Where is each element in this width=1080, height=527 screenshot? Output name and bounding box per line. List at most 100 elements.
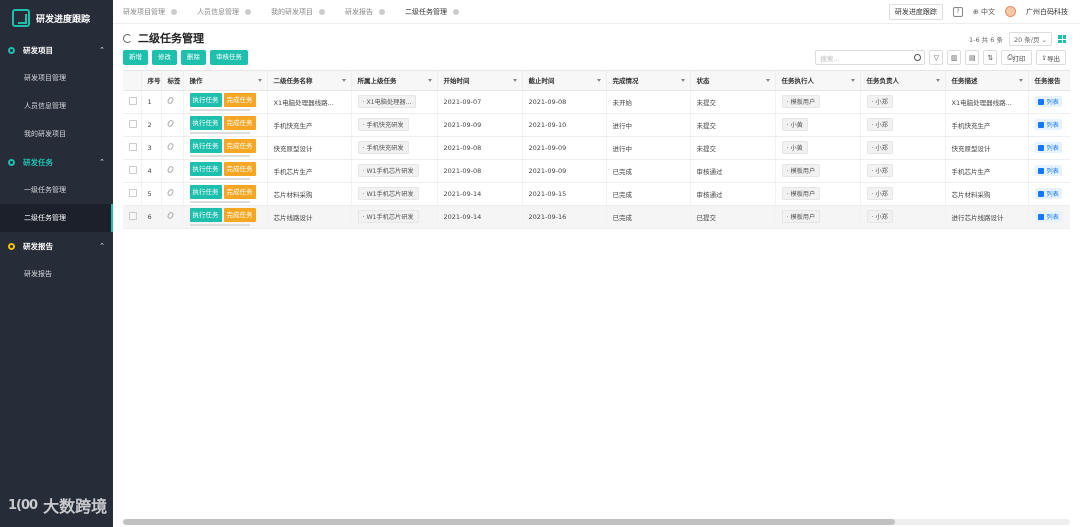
- sidebar-item-level2-tasks[interactable]: 二级任务管理: [0, 204, 113, 232]
- report-list-button[interactable]: 列表: [1034, 211, 1062, 222]
- parent-task-tag[interactable]: · X1电脑处理器...: [357, 95, 417, 108]
- complete-task-button[interactable]: 完成任务: [223, 207, 256, 222]
- owner-tag[interactable]: · 小郑: [866, 164, 893, 177]
- horizontal-scrollbar[interactable]: [123, 519, 1070, 525]
- table-row[interactable]: 2 执行任务 完成任务 手机快充生产 · 手机快充研发 2021-09-09 2021-09…: [123, 113, 1070, 137]
- review-task-button[interactable]: 审核任务: [210, 50, 248, 65]
- language-switch[interactable]: ⊕ 中文: [973, 7, 995, 17]
- row-checkbox-cell[interactable]: [123, 90, 142, 114]
- parent-task-tag[interactable]: · 手机快充研发: [357, 141, 409, 154]
- column-header[interactable]: 标签: [161, 71, 184, 91]
- row-checkbox[interactable]: [129, 165, 137, 174]
- owner-tag[interactable]: · 小郑: [866, 141, 893, 154]
- complete-task-button[interactable]: 完成任务: [223, 115, 256, 130]
- parent-task-tag[interactable]: · W1手机芯片研发: [357, 187, 419, 200]
- row-checkbox[interactable]: [129, 142, 137, 151]
- row-checkbox-cell[interactable]: [123, 136, 142, 160]
- column-header[interactable]: 任务描述: [945, 71, 1029, 91]
- tag-cell[interactable]: [161, 182, 184, 206]
- tag-cell[interactable]: [161, 136, 184, 160]
- sort-icon[interactable]: ⇅: [983, 50, 998, 65]
- filter-icon[interactable]: [596, 79, 601, 82]
- table-row[interactable]: 1 执行任务 完成任务 X1电脑处理器线路... · X1电脑处理器... 2021-09…: [123, 90, 1070, 114]
- executor-tag[interactable]: · 小黄: [781, 141, 808, 154]
- row-checkbox[interactable]: [129, 119, 137, 128]
- scrollbar-thumb[interactable]: [123, 519, 895, 525]
- parent-task-tag[interactable]: · 手机快充研发: [357, 118, 409, 131]
- owner-tag[interactable]: · 小郑: [866, 187, 893, 200]
- execute-task-button[interactable]: 执行任务: [189, 92, 222, 107]
- row-checkbox-cell[interactable]: [123, 113, 142, 137]
- filter-icon[interactable]: ▽: [929, 50, 944, 65]
- filter-icon[interactable]: [512, 79, 517, 82]
- row-checkbox[interactable]: [129, 96, 137, 105]
- sidebar-item-project-management[interactable]: 研发项目管理: [0, 64, 113, 92]
- page-size-select[interactable]: 20 条/页 ⌄: [1008, 32, 1052, 46]
- report-list-button[interactable]: 列表: [1034, 165, 1062, 176]
- column-header[interactable]: 二级任务名称: [267, 71, 352, 91]
- report-list-button[interactable]: 列表: [1034, 142, 1062, 153]
- tag-cell[interactable]: [161, 113, 184, 137]
- column-header[interactable]: 任务负责人: [860, 71, 946, 91]
- sidebar-item-reports[interactable]: 研发报告: [0, 260, 113, 288]
- column-header[interactable]: 任务执行人: [775, 71, 861, 91]
- row-checkbox-cell[interactable]: [123, 159, 142, 183]
- close-icon[interactable]: [319, 8, 325, 15]
- sidebar-item-personnel[interactable]: 人员信息管理: [0, 92, 113, 120]
- filter-icon[interactable]: [427, 79, 432, 82]
- column-header[interactable]: 截止时间: [522, 71, 607, 91]
- refresh-icon[interactable]: [123, 33, 132, 43]
- column-header[interactable]: 所属上级任务: [351, 71, 438, 91]
- report-list-button[interactable]: 列表: [1034, 188, 1062, 199]
- chart-icon[interactable]: ▥: [947, 50, 962, 65]
- execute-task-button[interactable]: 执行任务: [189, 138, 222, 153]
- edit-button[interactable]: 修改: [152, 50, 177, 65]
- filter-icon[interactable]: [850, 79, 855, 82]
- company-name[interactable]: 广州白码科技: [1026, 7, 1068, 17]
- row-checkbox[interactable]: [129, 211, 137, 220]
- complete-task-button[interactable]: 完成任务: [223, 138, 256, 153]
- column-header[interactable]: 操作: [183, 71, 268, 91]
- complete-task-button[interactable]: 完成任务: [223, 184, 256, 199]
- filter-icon[interactable]: [765, 79, 770, 82]
- tag-cell[interactable]: [161, 90, 184, 114]
- parent-task-tag[interactable]: · W1手机芯片研发: [357, 210, 419, 223]
- report-list-button[interactable]: 列表: [1034, 96, 1062, 107]
- search-icon[interactable]: [914, 54, 922, 61]
- tab-personnel[interactable]: 人员信息管理: [187, 0, 261, 24]
- tab-level2-tasks[interactable]: 二级任务管理: [395, 0, 469, 24]
- select-all-header[interactable]: [123, 71, 142, 91]
- tab-project-management[interactable]: 研发项目管理: [113, 0, 187, 24]
- grid-view-icon[interactable]: [1058, 35, 1066, 43]
- delete-button[interactable]: 删除: [181, 50, 206, 65]
- execute-task-button[interactable]: 执行任务: [189, 207, 222, 222]
- column-header[interactable]: 任务报告: [1028, 71, 1070, 91]
- executor-tag[interactable]: · 模板用户: [781, 164, 821, 177]
- print-button[interactable]: ⎙ 打印: [1001, 50, 1032, 65]
- executor-tag[interactable]: · 小黄: [781, 118, 808, 131]
- paperclip-icon[interactable]: [166, 188, 174, 197]
- row-checkbox[interactable]: [129, 188, 137, 197]
- close-icon[interactable]: [171, 8, 177, 15]
- tag-cell[interactable]: [161, 159, 184, 183]
- avatar[interactable]: [1005, 6, 1016, 17]
- table-row[interactable]: 6 执行任务 完成任务 芯片线路设计 · W1手机芯片研发 2021-09-14 2021-…: [123, 205, 1070, 229]
- execute-task-button[interactable]: 执行任务: [189, 115, 222, 130]
- filter-icon[interactable]: [1018, 79, 1023, 82]
- execute-task-button[interactable]: 执行任务: [189, 184, 222, 199]
- nav-group-reports[interactable]: 研发报告 ⌃: [0, 232, 113, 260]
- paperclip-icon[interactable]: [166, 96, 174, 105]
- tab-my-projects[interactable]: 我的研发项目: [261, 0, 335, 24]
- sidebar-item-my-projects[interactable]: 我的研发项目: [0, 120, 113, 148]
- nav-group-projects[interactable]: 研发项目 ⌃: [0, 36, 113, 64]
- execute-task-button[interactable]: 执行任务: [189, 161, 222, 176]
- owner-tag[interactable]: · 小郑: [866, 95, 893, 108]
- row-checkbox-cell[interactable]: [123, 205, 142, 229]
- close-icon[interactable]: [379, 8, 385, 15]
- table-row[interactable]: 5 执行任务 完成任务 芯片材料采购 · W1手机芯片研发 2021-09-14 2021-…: [123, 182, 1070, 206]
- close-icon[interactable]: [453, 8, 459, 15]
- column-header[interactable]: 开始时间: [437, 71, 523, 91]
- report-list-button[interactable]: 列表: [1034, 119, 1062, 130]
- paperclip-icon[interactable]: [166, 165, 174, 174]
- paperclip-icon[interactable]: [166, 211, 174, 220]
